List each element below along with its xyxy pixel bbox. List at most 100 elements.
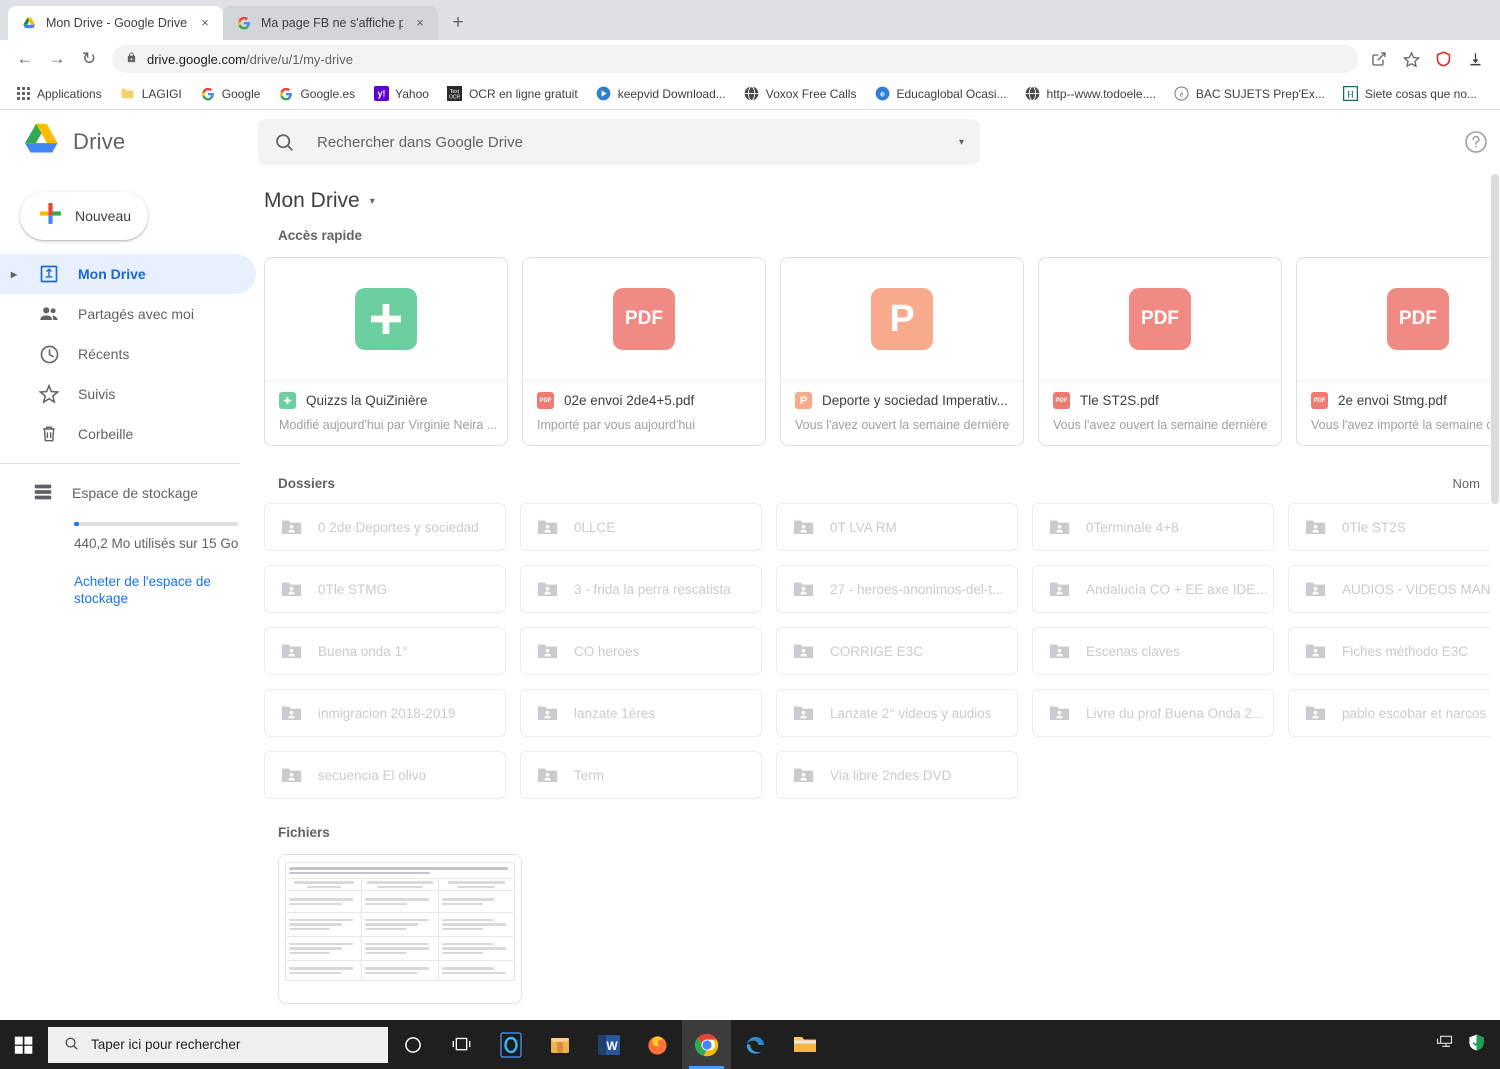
bookmark-keepvid[interactable]: keepvid Download... xyxy=(589,83,733,105)
buy-storage-link[interactable]: Acheter de l'espace de stockage xyxy=(74,573,234,607)
bookmark-lagigi[interactable]: LAGIGI xyxy=(113,83,189,105)
folder-card[interactable]: secuencia El olivo xyxy=(264,751,506,799)
folder-card[interactable]: Lanzate 2° videos y audios xyxy=(776,689,1018,737)
cortana-app-icon[interactable] xyxy=(486,1020,535,1069)
folder-card[interactable]: 0 2de Deportes y sociedad xyxy=(264,503,506,551)
quick-access-card[interactable]: PDF PDF 2e envoi Stmg.pdf Vous l'avez im… xyxy=(1296,257,1500,446)
browser-tab-inactive[interactable]: Ma page FB ne s'affiche plus cor × xyxy=(223,6,438,40)
folder-name: Via libre 2ndes DVD xyxy=(830,767,952,783)
file-name: 2e envoi Stmg.pdf xyxy=(1338,393,1447,408)
folder-card[interactable]: lanzate 1ères xyxy=(520,689,762,737)
new-button[interactable]: Nouveau xyxy=(20,192,148,240)
apps-grid-icon xyxy=(15,86,31,102)
browser-tab-active[interactable]: Mon Drive - Google Drive × xyxy=(8,6,223,40)
scrollbar-thumb[interactable] xyxy=(1491,174,1499,504)
shared-folder-icon xyxy=(281,704,302,722)
drive-logo[interactable]: Drive xyxy=(0,122,256,162)
address-bar[interactable]: drive.google.com/drive/u/1/my-drive xyxy=(112,45,1358,73)
bookmark-google[interactable]: Google xyxy=(193,83,268,105)
folder-card[interactable]: Buena onda 1° xyxy=(264,627,506,675)
folder-card[interactable]: 0Tle STMG xyxy=(264,565,506,613)
folder-card[interactable]: 3 - frida la perra rescatista xyxy=(520,565,762,613)
bookmark-google-es[interactable]: Google.es xyxy=(271,83,362,105)
chevron-down-icon[interactable]: ▾ xyxy=(959,137,964,148)
quick-access-card[interactable]: P P Deporte y sociedad Imperativ... Vous… xyxy=(780,257,1024,446)
sidebar-item-corbeille[interactable]: Corbeille xyxy=(0,414,256,454)
folder-card[interactable]: AUDIOS - VIDEOS MANUE xyxy=(1288,565,1500,613)
vertical-scrollbar[interactable] xyxy=(1490,174,1500,1020)
bookmark-ocr[interactable]: Text OCR OCR en ligne gratuit xyxy=(440,83,585,105)
help-circle-icon[interactable] xyxy=(1464,130,1488,159)
download-icon[interactable] xyxy=(1464,48,1486,70)
sidebar-item-mon-drive[interactable]: ▶ Mon Drive xyxy=(0,254,256,294)
quick-access-card[interactable]: PDF PDF Tle ST2S.pdf Vous l'avez ouvert … xyxy=(1038,257,1282,446)
reload-icon[interactable]: ↻ xyxy=(74,44,104,74)
security-icon[interactable] xyxy=(1467,1033,1486,1057)
thumbnail: PDF xyxy=(523,258,765,381)
taskbar-search-box[interactable]: Taper ici pour rechercher xyxy=(48,1026,388,1063)
close-icon[interactable]: × xyxy=(412,15,428,31)
bookmark-bac-sujets[interactable]: é BAC SUJETS Prep'Ex... xyxy=(1167,83,1332,105)
folder-card[interactable]: inmigracion 2018-2019 xyxy=(264,689,506,737)
folder-card[interactable]: Livre du prof Buena Onda 2... xyxy=(1032,689,1274,737)
expand-arrow-icon[interactable]: ▶ xyxy=(8,270,20,279)
bookmark-voxox[interactable]: Voxox Free Calls xyxy=(737,83,864,105)
folder-card[interactable]: Escenas claves xyxy=(1032,627,1274,675)
back-icon[interactable]: ← xyxy=(10,44,40,74)
bookmark-star-icon[interactable] xyxy=(1400,48,1422,70)
folder-card[interactable]: 0Terminale 4+8 xyxy=(1032,503,1274,551)
bookmark-educaglobal[interactable]: e Educaglobal Ocasi... xyxy=(867,83,1013,105)
bookmark-yahoo[interactable]: y! Yahoo xyxy=(366,83,436,105)
bookmark-siete-cosas[interactable]: H Siete cosas que no... xyxy=(1336,83,1484,105)
thumbnail: PDF xyxy=(1297,258,1500,381)
file-explorer-icon[interactable] xyxy=(780,1020,829,1069)
folder-card[interactable]: 0T LVA RM xyxy=(776,503,1018,551)
chevron-down-icon[interactable]: ▾ xyxy=(370,196,375,207)
new-tab-button[interactable]: + xyxy=(444,9,472,37)
sidebar-item-partages-avec-moi[interactable]: Partagés avec moi xyxy=(0,294,256,334)
forward-icon[interactable]: → xyxy=(42,44,72,74)
folder-card[interactable]: 27 - heroes-anonimos-del-t... xyxy=(776,565,1018,613)
folder-card[interactable]: Term xyxy=(520,751,762,799)
folder-card[interactable]: 0Tle ST2S xyxy=(1288,503,1500,551)
file-name: Tle ST2S.pdf xyxy=(1080,393,1159,408)
word-icon[interactable]: W xyxy=(584,1020,633,1069)
cortana-icon[interactable] xyxy=(388,1020,437,1069)
share-icon[interactable] xyxy=(1368,48,1390,70)
close-icon[interactable]: × xyxy=(197,15,213,31)
network-icon[interactable] xyxy=(1435,1034,1454,1056)
windows-icon[interactable] xyxy=(0,1020,48,1069)
store-icon[interactable] xyxy=(535,1020,584,1069)
sidebar-item-label: Corbeille xyxy=(78,426,134,442)
h-icon: H xyxy=(1343,86,1359,102)
folder-card[interactable]: 0LLCE xyxy=(520,503,762,551)
bookmark-applications[interactable]: Applications xyxy=(8,83,109,105)
chrome-icon[interactable] xyxy=(682,1020,731,1069)
quick-access-card[interactable]: PDF PDF 02e envoi 2de4+5.pdf Importé par… xyxy=(522,257,766,446)
bookmark-todoele[interactable]: http--www.todoele.... xyxy=(1018,83,1163,105)
sidebar-item-recents[interactable]: Récents xyxy=(0,334,256,374)
search-bar[interactable]: Rechercher dans Google Drive ▾ xyxy=(258,119,980,165)
folder-card[interactable]: CO heroes xyxy=(520,627,762,675)
quick-access-card[interactable]: Quizzs la QuiZinière Modifié aujourd'hui… xyxy=(264,257,508,446)
sidebar-item-label: Suivis xyxy=(78,386,116,402)
folders-header: Dossiers Nom xyxy=(264,476,1500,491)
storage-progress-fill xyxy=(74,522,79,526)
bookmark-label: Yahoo xyxy=(395,86,429,101)
search-input[interactable]: Rechercher dans Google Drive xyxy=(317,134,937,151)
folder-card[interactable]: Fiches méthodo E3C xyxy=(1288,627,1500,675)
file-card[interactable] xyxy=(278,854,522,1004)
adblock-shield-icon[interactable] xyxy=(1432,48,1454,70)
sidebar-item-suivis[interactable]: Suivis xyxy=(0,374,256,414)
folder-card[interactable]: Via libre 2ndes DVD xyxy=(776,751,1018,799)
sidebar-item-storage[interactable]: Espace de stockage xyxy=(0,473,256,513)
edge-icon[interactable] xyxy=(731,1020,780,1069)
folder-name: Fiches méthodo E3C xyxy=(1342,643,1469,659)
folder-card[interactable]: Andalucía CO + EE axe IDEN... xyxy=(1032,565,1274,613)
firefox-icon[interactable] xyxy=(633,1020,682,1069)
task-view-icon[interactable] xyxy=(437,1020,486,1069)
folder-card[interactable]: CORRIGE E3C xyxy=(776,627,1018,675)
folder-card[interactable]: pablo escobar et narcos xyxy=(1288,689,1500,737)
file-name-row: PDF 02e envoi 2de4+5.pdf xyxy=(537,392,751,409)
breadcrumb[interactable]: Mon Drive ▾ xyxy=(264,174,1500,228)
